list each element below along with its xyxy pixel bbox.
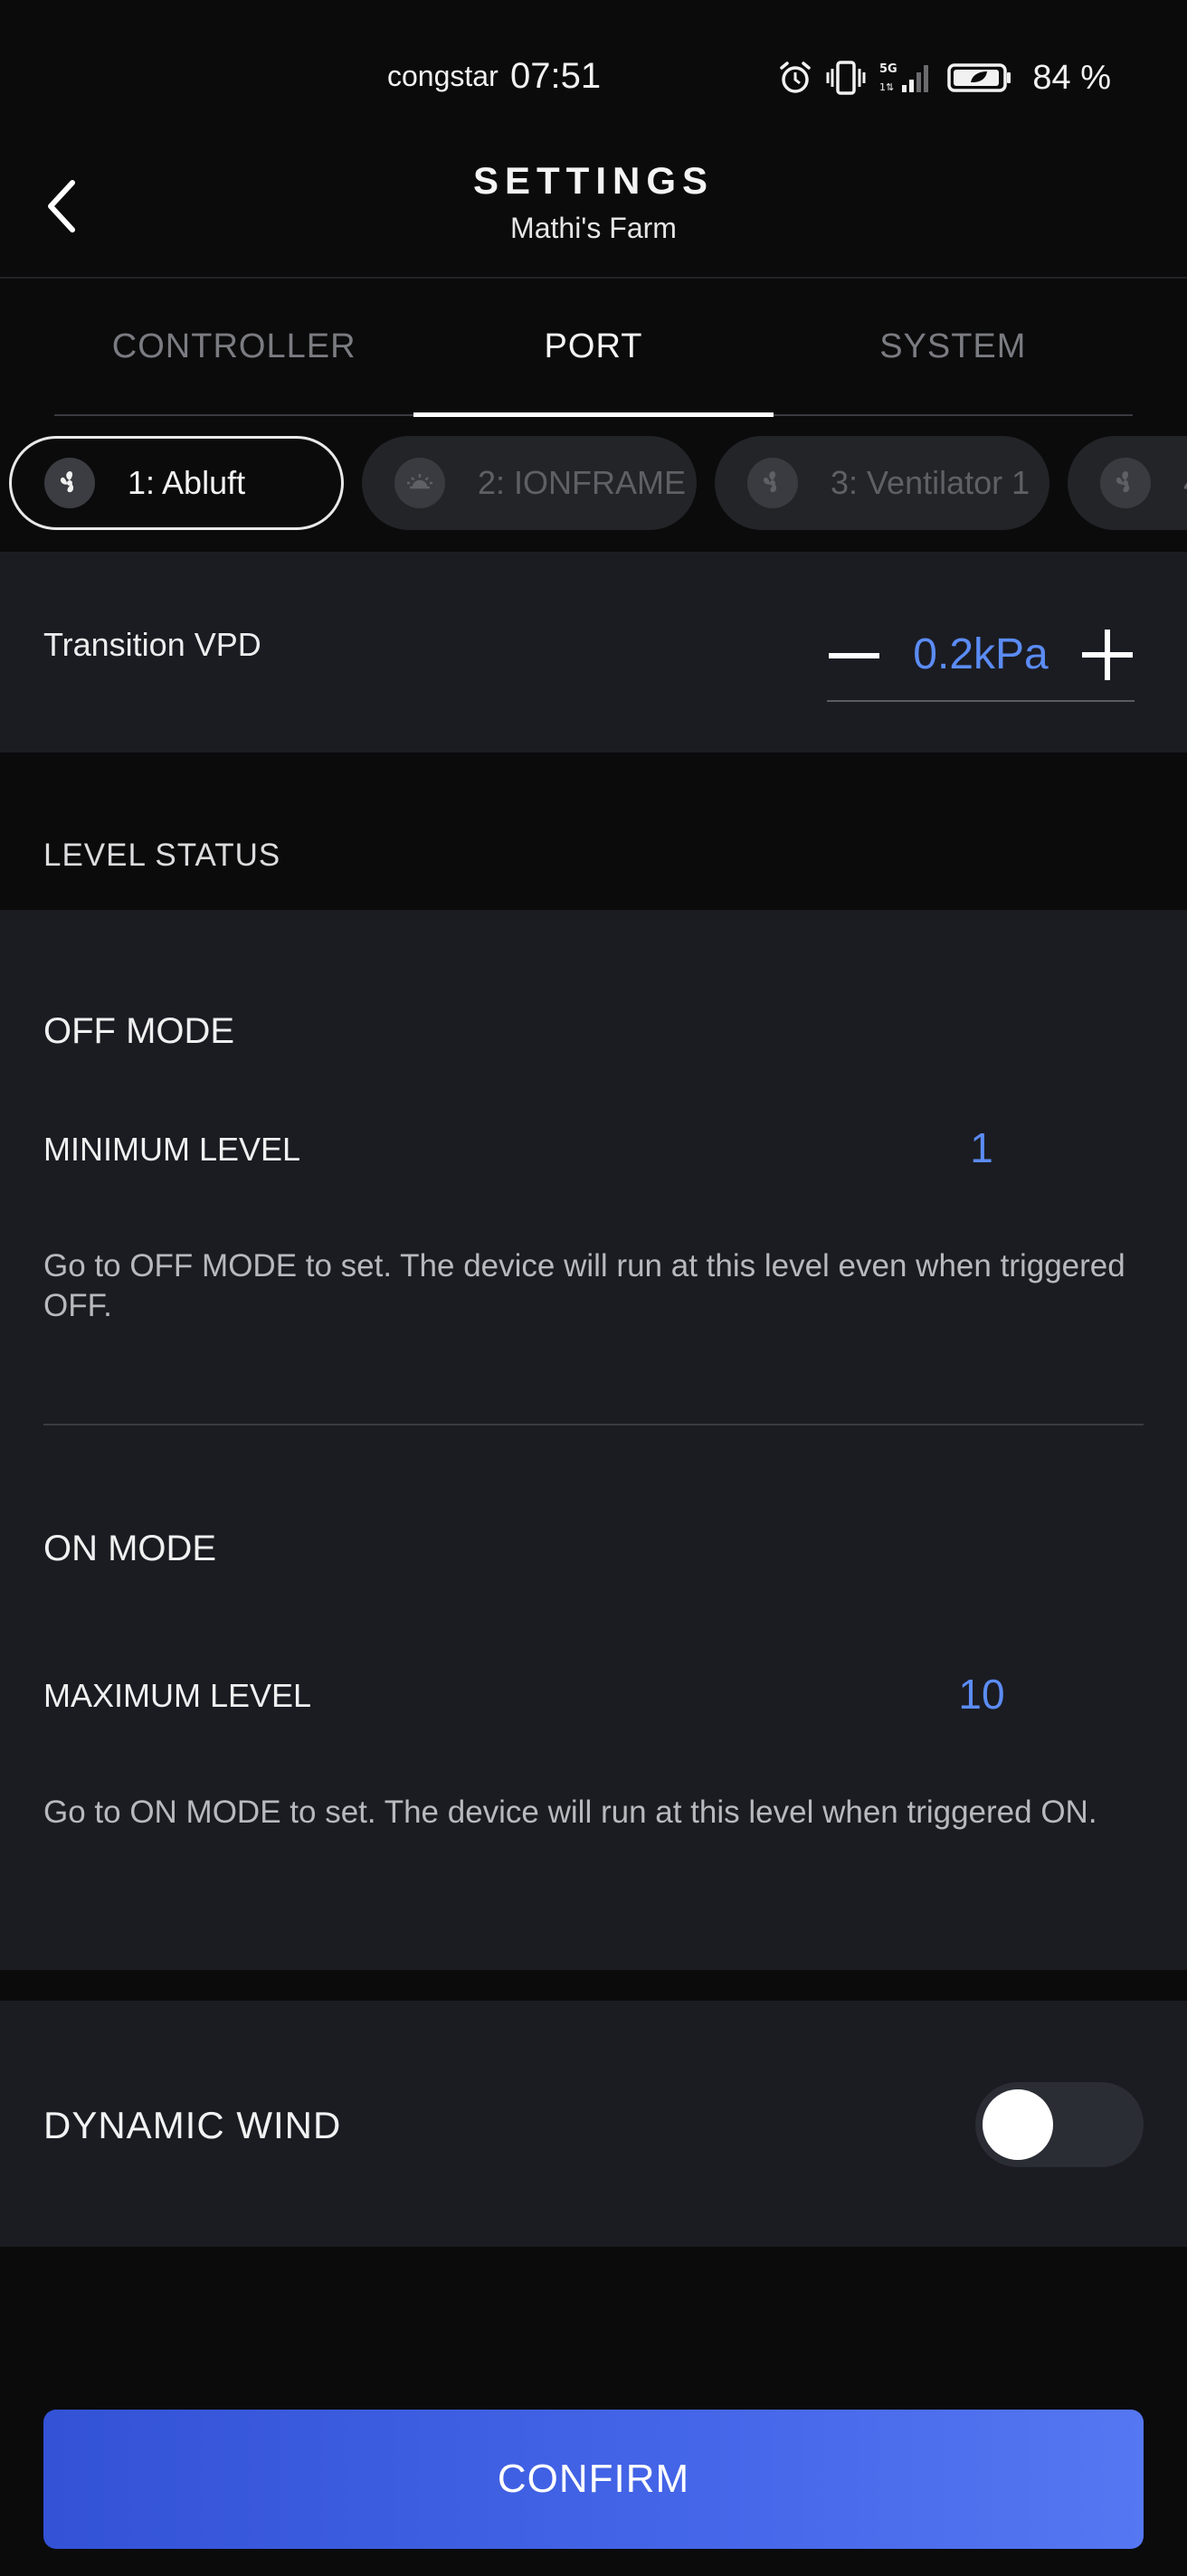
- svg-text:5G: 5G: [879, 62, 897, 76]
- page-subtitle: Mathi's Farm: [510, 212, 677, 244]
- tab-system[interactable]: SYSTEM: [774, 279, 1133, 414]
- svg-text:1⇅: 1⇅: [879, 81, 894, 93]
- decrement-button[interactable]: [827, 635, 881, 680]
- carrier-name: congstar: [387, 60, 499, 92]
- transition-vpd-value: 0.2kPa: [913, 630, 1049, 678]
- confirm-button[interactable]: CONFIRM: [43, 2410, 1144, 2549]
- port-chip-2[interactable]: 2: IONFRAME: [362, 436, 697, 530]
- settings-screen: congstar 07:51 5G 1⇅ 84 % SETTINGS Mathi…: [0, 0, 1187, 2576]
- level-status-panel: OFF MODE MINIMUM LEVEL 1 Go to OFF MODE …: [0, 910, 1187, 1970]
- status-icons: 5G 1⇅ 84 %: [777, 56, 1111, 99]
- vibrate-icon: [826, 60, 866, 96]
- tab-port[interactable]: PORT: [413, 279, 774, 417]
- header: SETTINGS Mathi's Farm: [0, 159, 1187, 279]
- grow-light-icon: [394, 458, 445, 508]
- minimum-level-label: MINIMUM LEVEL: [43, 1131, 301, 1168]
- maximum-level-value[interactable]: 10: [905, 1670, 1059, 1719]
- status-bar: congstar 07:51 5G 1⇅ 84 %: [0, 0, 1187, 159]
- transition-vpd-stepper: 0.2kPa: [827, 608, 1135, 702]
- battery-percent: 84 %: [1032, 58, 1111, 97]
- transition-vpd-label: Transition VPD: [43, 626, 261, 663]
- status-time: 07:51: [510, 56, 602, 96]
- port-selector: 1: Abluft 2: IONFRAME 3: Ventilator 1: [0, 434, 1187, 532]
- settings-tabs: CONTROLLER PORT SYSTEM: [54, 279, 1133, 417]
- minimum-level-value[interactable]: 1: [905, 1123, 1059, 1172]
- port-chip-1[interactable]: 1: Abluft: [9, 436, 344, 530]
- alarm-icon: [777, 60, 813, 96]
- maximum-level-label: MAXIMUM LEVEL: [43, 1677, 312, 1714]
- signal-5g-icon: 5G 1⇅: [878, 60, 935, 96]
- tab-controller[interactable]: CONTROLLER: [54, 279, 413, 414]
- fan-icon: [44, 458, 95, 508]
- port-chip-3[interactable]: 3: Ventilator 1: [715, 436, 1049, 530]
- port-chip-label: 3: Ventilator 1: [831, 464, 1030, 501]
- transition-vpd-panel: Transition VPD 0.2kPa: [0, 552, 1187, 753]
- fan-icon: [1100, 458, 1151, 508]
- dynamic-wind-label: DYNAMIC WIND: [43, 2104, 342, 2146]
- fan-icon: [747, 458, 798, 508]
- toggle-knob: [983, 2089, 1053, 2160]
- dynamic-wind-toggle[interactable]: [975, 2082, 1144, 2167]
- increment-button[interactable]: [1080, 628, 1135, 682]
- off-mode-title: OFF MODE: [43, 1011, 235, 1051]
- port-chip-4[interactable]: 4: [1068, 436, 1187, 530]
- off-mode-description: Go to OFF MODE to set. The device will r…: [43, 1248, 1125, 1323]
- divider: [43, 1424, 1144, 1425]
- page-title: SETTINGS: [472, 159, 715, 202]
- level-status-heading: LEVEL STATUS: [43, 838, 281, 873]
- dynamic-wind-panel: DYNAMIC WIND: [0, 2001, 1187, 2247]
- on-mode-title: ON MODE: [43, 1529, 217, 1568]
- port-chip-label: 1: Abluft: [128, 464, 246, 501]
- on-mode-description: Go to ON MODE to set. The device will ru…: [43, 1795, 1097, 1830]
- battery-saver-icon: [947, 60, 1012, 96]
- port-chip-label: 2: IONFRAME: [478, 464, 687, 501]
- port-chip-label: 4: [1183, 464, 1187, 502]
